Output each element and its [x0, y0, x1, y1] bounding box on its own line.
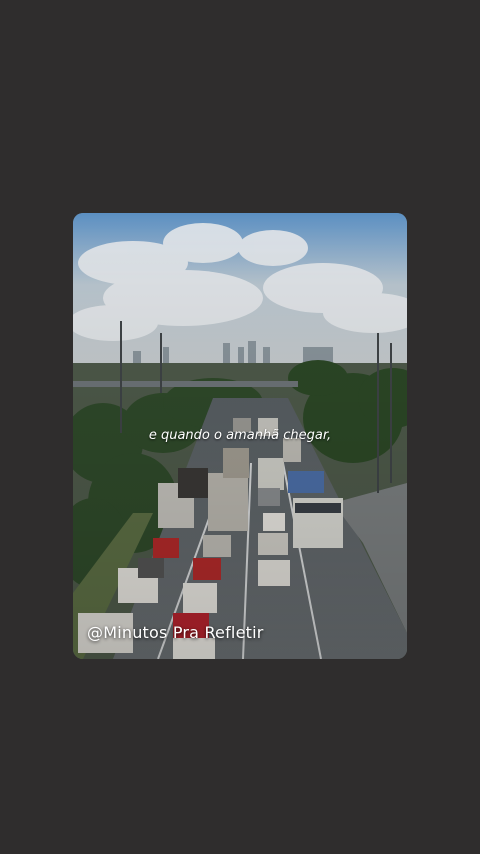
- story-caption: e quando o amanhã chegar,: [148, 428, 332, 443]
- author-handle[interactable]: @Minutos Pra Refletir: [87, 623, 264, 642]
- story-screen: e quando o amanhã chegar, @Minutos Pra R…: [0, 0, 480, 854]
- video-card[interactable]: e quando o amanhã chegar, @Minutos Pra R…: [73, 213, 407, 659]
